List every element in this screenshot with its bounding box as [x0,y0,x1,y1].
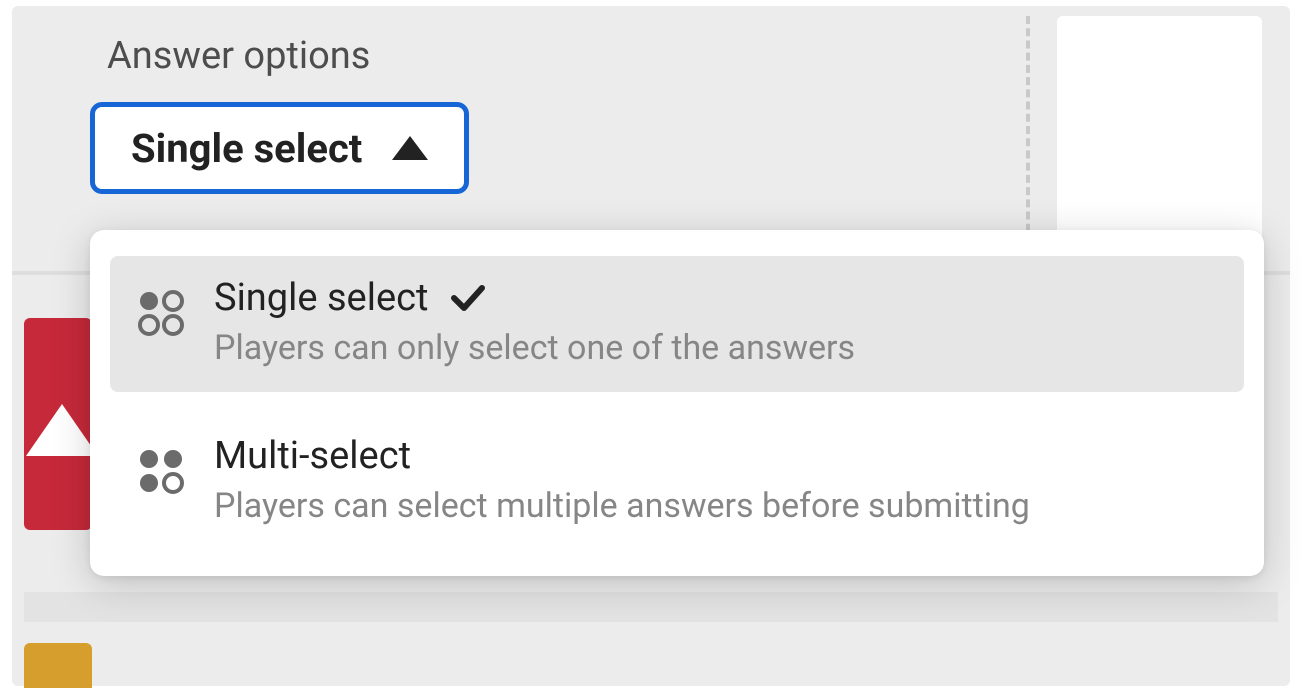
answer-tile-red [24,318,92,530]
caret-up-icon [392,136,428,160]
option-title: Single select [214,276,428,320]
multi-select-icon [136,446,186,496]
option-text-wrap: Multi-select Players can select multiple… [214,434,1030,526]
section-label: Answer options [107,34,370,78]
panel-background: Answer options Single select Single sele… [12,6,1290,686]
select-current-value: Single select [131,125,362,172]
preview-placeholder [1057,16,1262,250]
answer-tile-yellow [24,643,92,688]
option-single-select[interactable]: Single select Players can only select on… [110,256,1244,392]
option-description: Players can only select one of the answe… [214,328,855,368]
answer-options-select-button[interactable]: Single select [90,102,469,194]
vertical-dashed-divider [1026,16,1030,244]
option-text-wrap: Single select Players can only select on… [214,276,855,368]
answer-options-dropdown: Single select Players can only select on… [90,230,1264,576]
background-strip [24,592,1278,622]
option-multi-select[interactable]: Multi-select Players can select multiple… [110,414,1244,550]
option-title: Multi-select [214,434,411,478]
single-select-icon [136,288,186,338]
option-title-row: Multi-select [214,434,1030,478]
option-description: Players can select multiple answers befo… [214,486,1030,526]
option-title-row: Single select [214,276,855,320]
check-icon [450,280,486,316]
